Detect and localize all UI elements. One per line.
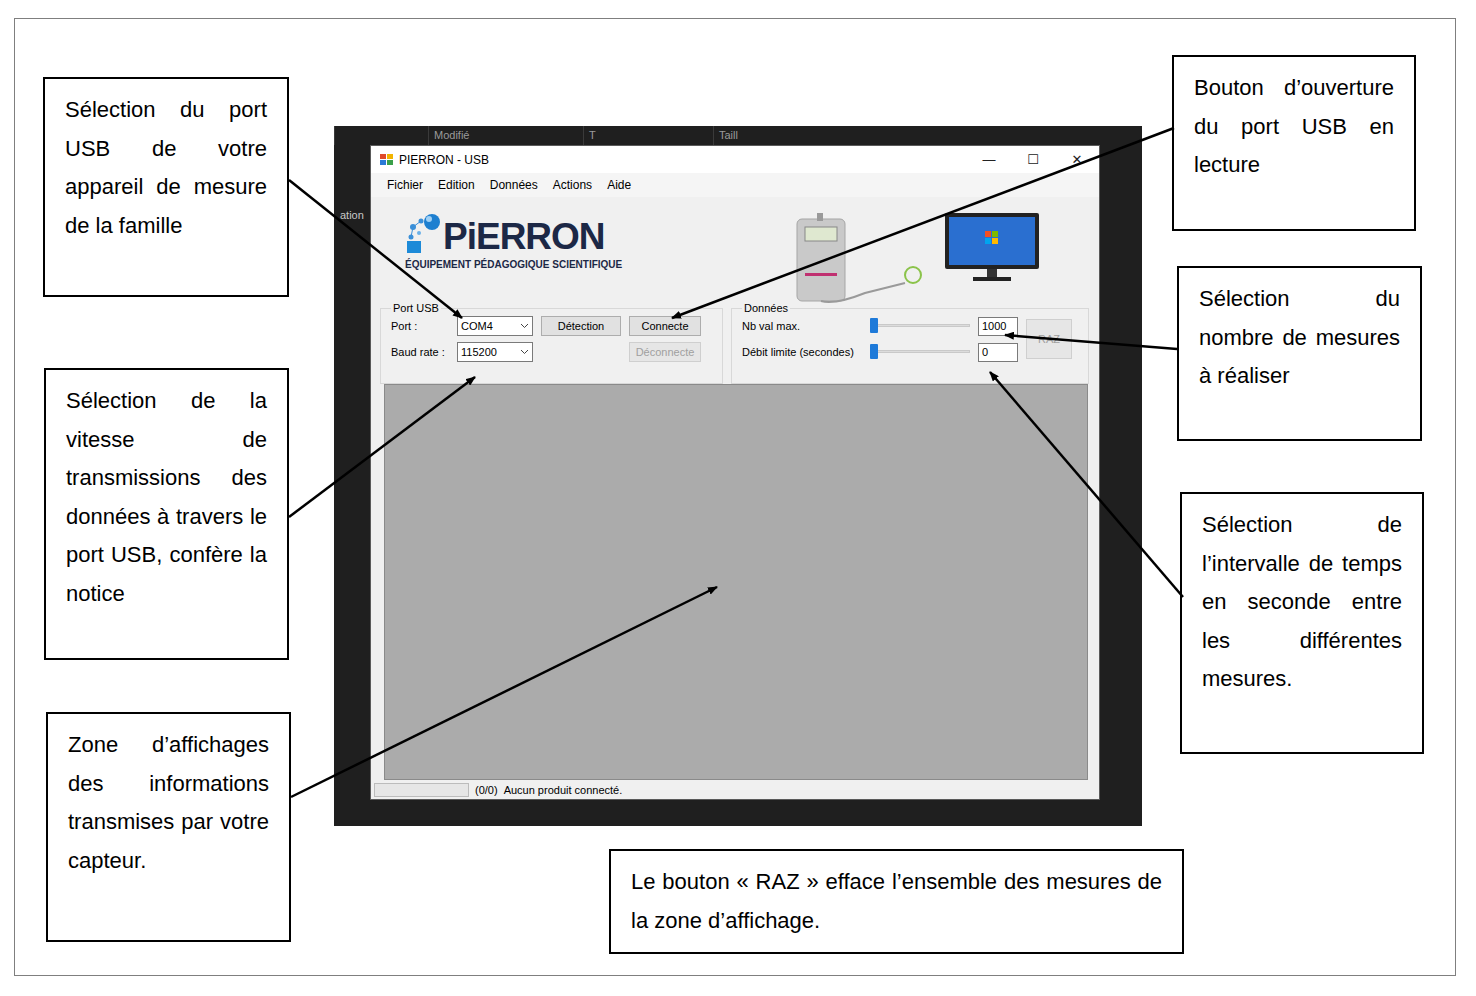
status-bar: (0/0) Aucun produit connecté. [371, 780, 1099, 799]
screenshot: ModifiéTTaillationPIERRON - USB—☐✕Fichie… [334, 126, 1142, 826]
window-control[interactable]: ☐ [1011, 152, 1055, 167]
callout: Sélection du port USB de votre appareil … [43, 77, 289, 297]
arrow-icon [291, 587, 717, 797]
baud-select[interactable]: 115200 [457, 342, 533, 362]
annotated-figure: ModifiéTTaillationPIERRON - USB—☐✕Fichie… [0, 0, 1476, 996]
logo: PiERRON ÉQUIPEMENT PÉDAGOGIQUE SCIENTIFIQ… [405, 213, 785, 270]
app-window: PIERRON - USB—☐✕ Fichier Edition Données Act… [370, 145, 1100, 800]
callout: Sélection de la vitesse de transmissions… [44, 368, 289, 660]
progress-bar [374, 783, 469, 797]
header-cell: Modifié [428, 126, 583, 145]
disconnect-button[interactable]: Déconnecte [629, 342, 701, 362]
arrow-icon [289, 377, 475, 517]
slider-thumb[interactable] [870, 318, 878, 333]
callout: Zone d’affichages des informations trans… [46, 712, 291, 942]
port-label: Port : [391, 320, 449, 332]
callout: Sélection de l’intervalle de temps en se… [1180, 492, 1424, 754]
data-group: Données Nb val max. 1000 Débit limite (seco… [731, 302, 1089, 384]
arrow-icon [990, 372, 1183, 597]
window-control[interactable]: ✕ [1055, 152, 1099, 167]
arrows [0, 0, 1476, 996]
settings-row: Port USB Port : COM4 Détection Connecte Baud … [371, 302, 1099, 384]
chevron-down-icon [520, 323, 529, 329]
callout: Le bouton « RAZ » efface l’ensemble des … [609, 849, 1184, 954]
data-value[interactable]: 0 [978, 343, 1018, 362]
data-slider[interactable] [870, 316, 970, 336]
data-slider[interactable] [870, 342, 970, 362]
window-control[interactable]: — [967, 152, 1011, 167]
header-cell [334, 126, 428, 145]
data-label: Nb val max. [742, 320, 862, 332]
menu-item[interactable]: Données [490, 178, 538, 192]
arrow-icon [672, 128, 1174, 318]
measuring-device-icon [795, 213, 945, 303]
explorer-header: ModifiéTTaill [334, 126, 1142, 145]
status-count: (0/0) [475, 784, 498, 796]
menu-item[interactable]: Fichier [387, 178, 423, 192]
baud-label: Baud rate : [391, 346, 449, 358]
sidebar-text: ation [340, 209, 364, 221]
callout: Bouton d’ouverture du port USB en lectur… [1172, 55, 1416, 231]
data-label: Débit limite (secondes) [742, 346, 862, 358]
menu-bar: Fichier Edition Données Actions Aide [371, 173, 1099, 197]
raz-button[interactable]: RAZ [1026, 319, 1072, 359]
logo-brand: PiERRON [443, 218, 605, 255]
slider-thumb[interactable] [870, 344, 878, 359]
port-select[interactable]: COM4 [457, 316, 533, 336]
header-cell: Taill [713, 126, 913, 145]
header-cell: T [583, 126, 713, 145]
display-area [384, 384, 1088, 780]
callout: Sélection du nombre de mesures à réalise… [1177, 266, 1422, 441]
header: PiERRON ÉQUIPEMENT PÉDAGOGIQUE SCIENTIFIQ… [371, 197, 1099, 302]
menu-item[interactable]: Aide [607, 178, 631, 192]
port-group: Port USB Port : COM4 Détection Connecte Baud … [380, 302, 723, 384]
status-message: Aucun produit connecté. [504, 784, 623, 796]
connect-button[interactable]: Connecte [629, 316, 701, 336]
data-value[interactable]: 1000 [978, 317, 1018, 336]
detect-button[interactable]: Détection [541, 316, 621, 336]
arrow-icon [1005, 335, 1177, 349]
logo-tagline: ÉQUIPEMENT PÉDAGOGIQUE SCIENTIFIQUE [405, 259, 785, 270]
menu-item[interactable]: Actions [553, 178, 592, 192]
chevron-down-icon [520, 349, 529, 355]
title-bar: PIERRON - USB—☐✕ [371, 146, 1099, 173]
group-title: Port USB [391, 302, 441, 314]
app-icon [380, 154, 394, 166]
monitor-icon [945, 213, 1041, 283]
illustration [795, 213, 1041, 303]
window-title: PIERRON - USB [399, 153, 967, 167]
group-title: Données [742, 302, 790, 314]
molecule-icon [405, 213, 441, 255]
menu-item[interactable]: Edition [438, 178, 475, 192]
arrow-icon [289, 180, 462, 318]
